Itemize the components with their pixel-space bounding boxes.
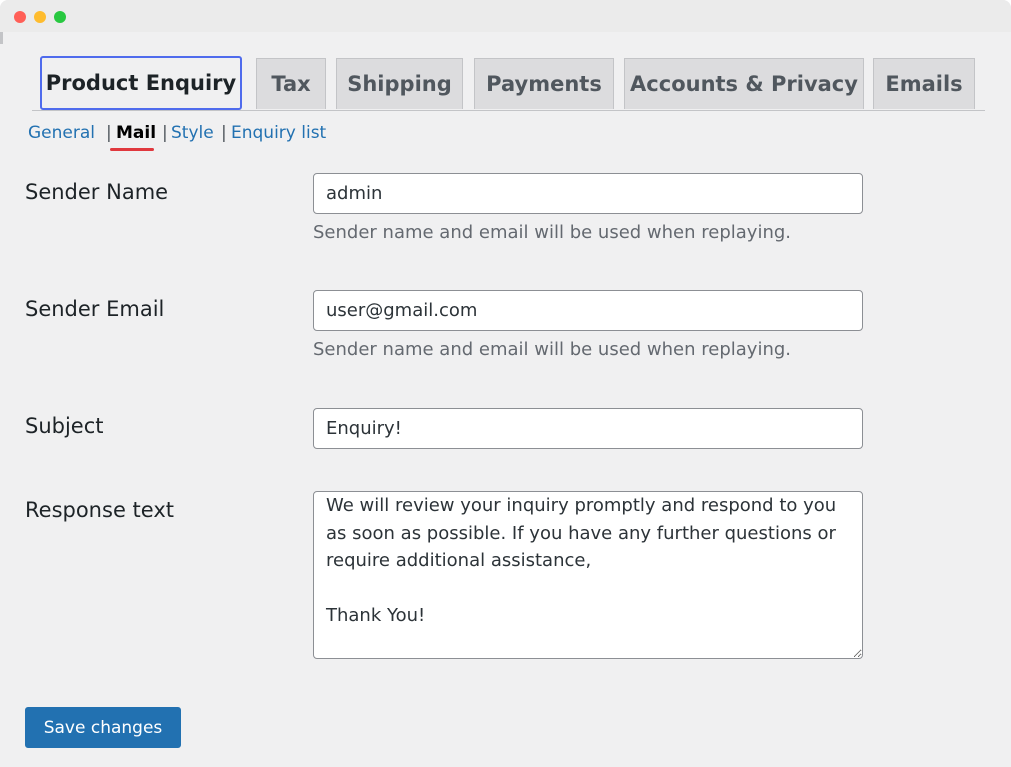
sender-email-description: Sender name and email will be used when … [313, 339, 792, 360]
tab-emails[interactable]: Emails [873, 58, 975, 109]
tab-product-enquiry[interactable]: Product Enquiry [40, 56, 242, 110]
subject-label: Subject [25, 414, 104, 438]
sender-name-input[interactable] [313, 173, 863, 214]
sender-email-input[interactable] [313, 290, 863, 331]
subnav-enquiry-list[interactable]: Enquiry list [231, 123, 326, 143]
save-changes-button[interactable]: Save changes [25, 707, 181, 748]
tab-accounts-privacy[interactable]: Accounts & Privacy [624, 58, 864, 109]
divider [0, 32, 3, 44]
sender-name-description: Sender name and email will be used when … [313, 222, 792, 243]
subnav-general[interactable]: General [28, 123, 95, 143]
tab-shipping[interactable]: Shipping [336, 58, 463, 109]
tab-tax[interactable]: Tax [256, 58, 326, 109]
response-text-label: Response text [25, 498, 174, 522]
sender-name-label: Sender Name [25, 180, 169, 204]
response-text-textarea[interactable]: We will review your inquiry promptly and… [313, 491, 863, 659]
subnav-separator: | [162, 123, 168, 143]
window-titlebar [0, 0, 1011, 32]
settings-window: Product Enquiry Tax Shipping Payments Ac… [0, 0, 1011, 767]
subject-input[interactable] [313, 408, 863, 449]
maximize-window-icon[interactable] [54, 11, 66, 23]
subnav-separator: | [221, 123, 227, 143]
subnav-mail[interactable]: Mail [116, 123, 156, 143]
minimize-window-icon[interactable] [34, 11, 46, 23]
tab-payments[interactable]: Payments [474, 58, 614, 109]
current-tab-underline [110, 148, 154, 151]
subnav-style[interactable]: Style [171, 123, 214, 143]
subnav-separator: | [106, 123, 112, 143]
sender-email-label: Sender Email [25, 297, 165, 321]
settings-tabs: Product Enquiry Tax Shipping Payments Ac… [32, 56, 985, 111]
close-window-icon[interactable] [14, 11, 26, 23]
